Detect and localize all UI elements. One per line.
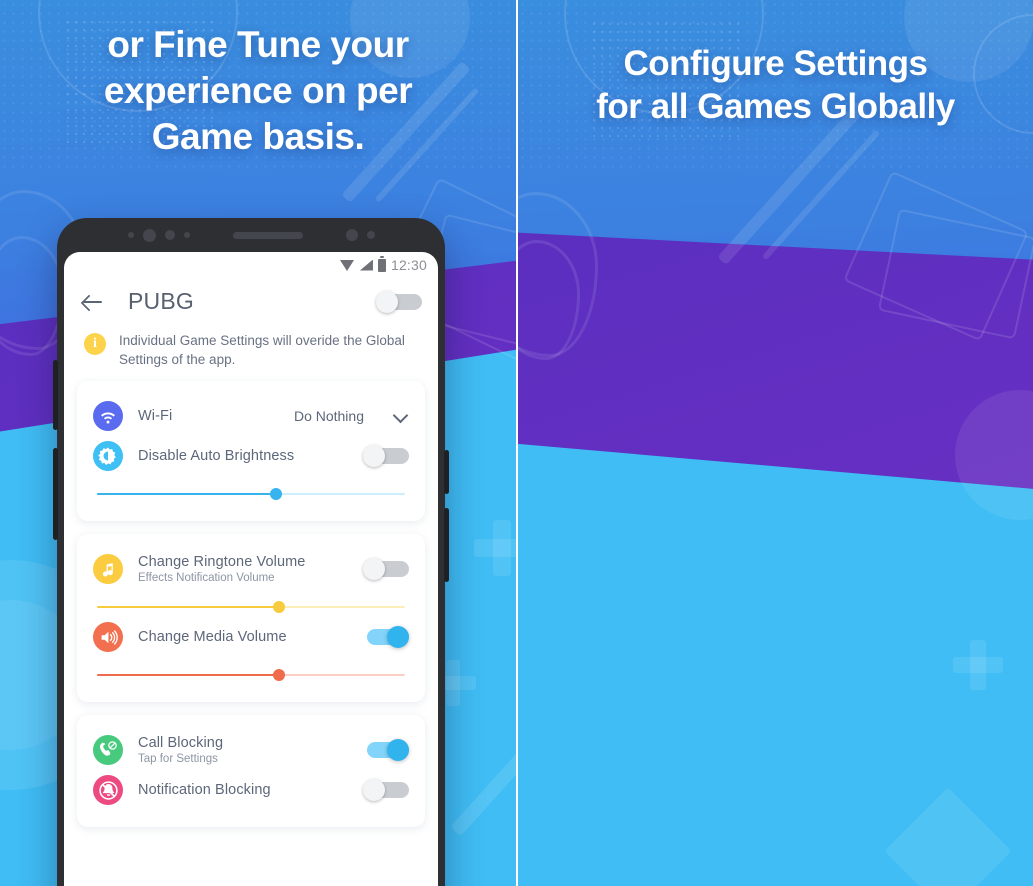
setting-row-select[interactable]: Wi-Fi Do Nothing bbox=[93, 396, 409, 436]
signal-icon bbox=[359, 259, 373, 271]
status-bar-time: 12:30 bbox=[390, 257, 427, 273]
promo-panel-game-settings: or Fine Tune your experience on per Game b… bbox=[0, 0, 516, 886]
row-title: Change Media Volume bbox=[138, 629, 287, 646]
headline-line: Configure Settings bbox=[623, 44, 928, 83]
sensor-dot bbox=[164, 230, 175, 240]
media-slider[interactable] bbox=[97, 667, 405, 683]
ringtone-slider[interactable] bbox=[97, 599, 405, 615]
wifi-icon bbox=[339, 259, 355, 271]
row-toggle-switch[interactable] bbox=[363, 445, 409, 468]
phone-mockup: 12:30 PUBG i Individual Game Settings wi… bbox=[53, 218, 449, 886]
chevron-down-icon[interactable] bbox=[393, 408, 409, 424]
row-subtitle: Tap for Settings bbox=[138, 753, 218, 766]
settings-card: Change Ringtone Volume Effects Notificat… bbox=[77, 534, 425, 703]
slider-fill bbox=[97, 606, 279, 609]
slider-fill bbox=[97, 493, 276, 496]
row-title: Notification Blocking bbox=[138, 782, 271, 799]
row-texts: Change Media Volume bbox=[138, 629, 348, 645]
sensor-dot bbox=[183, 232, 190, 238]
phone-side-button[interactable] bbox=[444, 508, 449, 582]
slider-thumb[interactable] bbox=[272, 601, 285, 614]
row-value: Do Nothing bbox=[293, 408, 364, 425]
info-banner-text: Individual Game Settings will overide th… bbox=[119, 333, 405, 368]
background-cyan-band bbox=[518, 440, 1033, 886]
row-texts: Change Ringtone Volume Effects Notificat… bbox=[138, 554, 348, 584]
wifi-circle-icon bbox=[93, 401, 123, 432]
sensor-dot bbox=[345, 229, 358, 241]
promo-stage: or Fine Tune your experience on per Game b… bbox=[0, 0, 1033, 886]
row-toggle-switch[interactable] bbox=[363, 739, 409, 762]
settings-card-list: Wi-Fi Do Nothing Disable Auto Brightness… bbox=[64, 381, 438, 828]
phone-top-bezel bbox=[57, 218, 445, 252]
slider-fill bbox=[97, 674, 279, 677]
call-blocking-icon bbox=[93, 735, 123, 766]
phone-bixby-button[interactable] bbox=[53, 448, 58, 540]
row-title: Call Blocking bbox=[138, 735, 224, 752]
row-title: Wi-Fi bbox=[138, 408, 173, 425]
brightness-icon bbox=[93, 441, 123, 472]
master-toggle-switch[interactable] bbox=[376, 290, 422, 313]
headline-line: experience on per bbox=[103, 69, 413, 111]
slider-thumb[interactable] bbox=[272, 669, 285, 682]
promo-headline: Configure Settings for all Games Globally bbox=[518, 42, 1033, 129]
settings-card: Wi-Fi Do Nothing Disable Auto Brightness bbox=[77, 381, 425, 522]
settings-card: Call Blocking Tap for Settings Notificat… bbox=[77, 715, 425, 828]
promo-panel-global-settings: Configure Settings for all Games Globally… bbox=[516, 0, 1033, 886]
row-texts: Disable Auto Brightness bbox=[138, 448, 348, 464]
phone-screen: 12:30 PUBG i Individual Game Settings wi… bbox=[64, 252, 438, 886]
row-toggle-switch[interactable] bbox=[363, 626, 409, 649]
sensor-dot bbox=[366, 231, 375, 239]
battery-icon bbox=[377, 256, 386, 272]
row-title: Change Ringtone Volume bbox=[138, 554, 306, 571]
toggle-knob bbox=[387, 626, 409, 649]
setting-row-toggle[interactable]: Change Media Volume bbox=[93, 617, 409, 657]
setting-row-toggle[interactable]: Notification Blocking bbox=[93, 770, 409, 810]
phone-power-button[interactable] bbox=[444, 450, 449, 494]
headline-line: or Fine Tune your bbox=[107, 24, 409, 65]
app-bar: PUBG bbox=[64, 278, 438, 323]
headline-line: Game basis. bbox=[151, 115, 365, 157]
ringtone-music-icon bbox=[93, 554, 123, 585]
setting-row-toggle[interactable]: Disable Auto Brightness bbox=[93, 436, 409, 476]
front-camera-icon bbox=[142, 228, 156, 242]
promo-headline: or Fine Tune your experience on per Game b… bbox=[0, 22, 516, 160]
info-icon: i bbox=[84, 333, 106, 355]
back-arrow-icon[interactable] bbox=[80, 289, 106, 315]
row-texts: Notification Blocking bbox=[138, 782, 348, 798]
page-title: PUBG bbox=[128, 288, 194, 314]
setting-row-toggle[interactable]: Call Blocking Tap for Settings bbox=[93, 730, 409, 770]
toggle-knob bbox=[376, 290, 398, 313]
setting-row-toggle[interactable]: Change Ringtone Volume Effects Notificat… bbox=[93, 549, 409, 589]
row-texts: Wi-Fi bbox=[138, 408, 279, 424]
status-bar: 12:30 bbox=[64, 252, 438, 278]
row-subtitle: Effects Notification Volume bbox=[138, 572, 275, 585]
toggle-knob bbox=[387, 739, 409, 762]
media-volume-icon bbox=[93, 622, 123, 653]
earpiece-speaker bbox=[232, 231, 303, 239]
phone-volume-button[interactable] bbox=[53, 360, 58, 430]
brightness-slider[interactable] bbox=[97, 486, 405, 502]
row-title: Disable Auto Brightness bbox=[138, 448, 295, 465]
row-texts: Call Blocking Tap for Settings bbox=[138, 735, 348, 765]
slider-thumb[interactable] bbox=[269, 488, 282, 501]
row-toggle-switch[interactable] bbox=[363, 558, 409, 581]
notification-blocking-icon bbox=[93, 775, 123, 806]
sensor-dot bbox=[127, 232, 134, 238]
row-toggle-switch[interactable] bbox=[363, 779, 409, 802]
headline-line: for all Games Globally bbox=[596, 87, 955, 127]
info-banner: i Individual Game Settings will overide … bbox=[64, 323, 438, 381]
